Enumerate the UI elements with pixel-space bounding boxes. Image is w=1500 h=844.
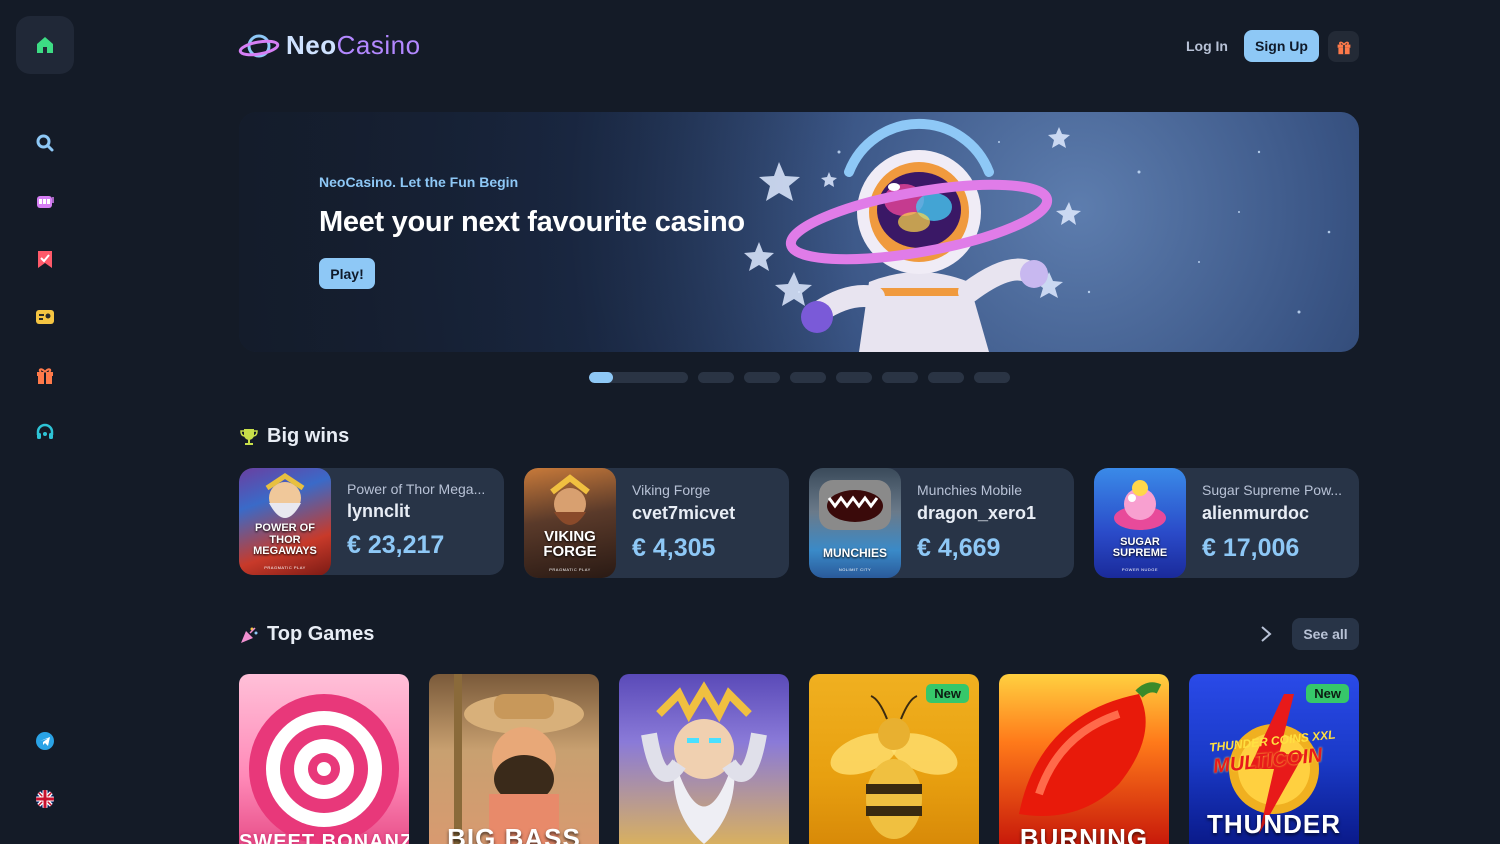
- sidebar: [0, 0, 90, 844]
- logo[interactable]: NeoCasino: [238, 30, 421, 61]
- header-gift-button[interactable]: [1328, 31, 1359, 62]
- carousel-dot-2[interactable]: [698, 372, 734, 383]
- planet-logo-icon: [238, 34, 280, 57]
- big-wins-title: Big wins: [267, 425, 350, 447]
- party-popper-icon: [241, 626, 258, 643]
- win-game-name: Munchies Mobile: [917, 482, 1023, 498]
- win-game-name: Power of Thor Mega...: [347, 481, 486, 497]
- win-amount: € 4,669: [917, 534, 1001, 562]
- big-win-card[interactable]: VIKING FORGE PRAGMATIC PLAY Viking Forge…: [524, 468, 789, 578]
- language-button[interactable]: [33, 787, 57, 811]
- thumbnail-provider: NOLIMIT CITY: [838, 567, 872, 572]
- support-button[interactable]: [33, 421, 57, 445]
- game-thumbnail: POWER OF THOR MEGAWAYS PRAGMATIC PLAY: [239, 468, 331, 575]
- home-icon: [37, 37, 53, 53]
- game-tile[interactable]: [619, 674, 789, 844]
- carousel-dot-7[interactable]: [928, 372, 964, 383]
- login-link[interactable]: Log In: [1186, 38, 1228, 54]
- slots-button[interactable]: [33, 189, 57, 213]
- gift-icon: [37, 368, 53, 384]
- fisherman-art: [454, 674, 584, 844]
- game-title: BIG BASS: [447, 823, 581, 844]
- win-game-name: Sugar Supreme Pow...: [1202, 482, 1343, 498]
- carousel-dot-8[interactable]: [974, 372, 1010, 383]
- logo-neo-text: Neo: [286, 30, 337, 60]
- munchies-art: [819, 480, 891, 530]
- support-icon: [36, 423, 54, 439]
- win-username: cvet7micvet: [632, 503, 736, 523]
- promotions-button[interactable]: [33, 363, 57, 387]
- win-amount: € 17,006: [1202, 534, 1300, 562]
- new-badge: New: [1306, 684, 1349, 703]
- carousel-dot-1[interactable]: [589, 372, 688, 383]
- big-wins-header: Big wins: [239, 425, 349, 448]
- game-tile[interactable]: New: [809, 674, 979, 844]
- telegram-button[interactable]: [33, 729, 57, 753]
- trophy-icon: [240, 428, 258, 445]
- win-username: lynnclit: [347, 501, 411, 521]
- thumbnail-title: VIKING FORGE: [543, 527, 597, 561]
- search-icon: [36, 134, 54, 152]
- search-button[interactable]: [33, 131, 57, 155]
- carousel-dot-5[interactable]: [836, 372, 872, 383]
- new-badge: New: [926, 684, 969, 703]
- signup-button[interactable]: Sign Up: [1244, 30, 1319, 62]
- game-title: BURNING: [1019, 823, 1149, 844]
- big-win-card[interactable]: SUGAR SUPREME POWER NUDGE Sugar Supreme …: [1094, 468, 1359, 578]
- chili-art: [1019, 682, 1162, 816]
- game-tile[interactable]: SWEET BONANZA: [239, 674, 409, 844]
- gift-icon: [1337, 41, 1350, 54]
- big-win-card[interactable]: POWER OF THOR MEGAWAYS PRAGMATIC PLAY Po…: [239, 468, 504, 575]
- carousel-dot-3[interactable]: [744, 372, 780, 383]
- see-all-button[interactable]: See all: [1292, 618, 1359, 650]
- thumbnail-provider: PRAGMATIC PLAY: [549, 567, 591, 572]
- next-arrow-button[interactable]: [1254, 622, 1278, 646]
- top-games-title: Top Games: [267, 623, 375, 645]
- game-thumbnail: VIKING FORGE PRAGMATIC PLAY: [524, 468, 616, 578]
- astronaut-illustration: [744, 118, 1081, 352]
- carousel-dot-6[interactable]: [882, 372, 918, 383]
- home-button[interactable]: [16, 16, 74, 74]
- logo-casino-text: Casino: [336, 30, 421, 60]
- profile-card-icon: [36, 310, 54, 324]
- thumbnail-provider: PRAGMATIC PLAY: [264, 565, 306, 570]
- game-tile[interactable]: BURNING: [999, 674, 1169, 844]
- lollipop-art: [249, 694, 399, 844]
- game-tile[interactable]: BIG BASS: [429, 674, 599, 844]
- hero-play-button[interactable]: Play!: [319, 258, 375, 289]
- game-thumbnail: SUGAR SUPREME POWER NUDGE: [1094, 468, 1186, 578]
- game-title: THUNDER: [1206, 809, 1342, 839]
- slots-icon: [37, 196, 54, 208]
- game-title: SWEET BONANZA: [239, 831, 409, 844]
- thumbnail-title: SUGAR SUPREME: [1112, 535, 1168, 560]
- profile-card-button[interactable]: [33, 305, 57, 329]
- chevron-right-icon: [1261, 626, 1272, 642]
- telegram-icon: [36, 732, 54, 750]
- thumbnail-title: MUNCHIES: [822, 546, 887, 561]
- win-game-name: Viking Forge: [632, 482, 711, 498]
- big-win-card[interactable]: MUNCHIES NOLIMIT CITY Munchies Mobile dr…: [809, 468, 1074, 578]
- win-username: dragon_xero1: [917, 503, 1037, 523]
- bookmark-icon: [38, 251, 52, 268]
- zeus-art: [641, 681, 767, 844]
- thumbnail-provider: POWER NUDGE: [1121, 567, 1159, 572]
- win-amount: € 4,305: [632, 534, 716, 562]
- thumbnail-title: POWER OF THOR MEGAWAYS: [253, 522, 317, 558]
- top-games-header: Top Games: [239, 623, 374, 646]
- carousel-pagination: [589, 372, 1010, 383]
- game-thumbnail: MUNCHIES NOLIMIT CITY: [809, 468, 901, 578]
- sugar-art: [1114, 480, 1166, 530]
- win-username: alienmurdoc: [1202, 503, 1310, 523]
- hero-banner[interactable]: NeoCasino. Let the Fun Begin Meet your n…: [239, 112, 1359, 352]
- hero-subtitle: NeoCasino. Let the Fun Begin: [319, 174, 519, 190]
- game-tile[interactable]: THUNDER COINS XXL MULTICOIN New THUNDER: [1189, 674, 1359, 844]
- bookmark-button[interactable]: [33, 247, 57, 271]
- uk-flag-icon: [36, 790, 54, 808]
- carousel-dot-4[interactable]: [790, 372, 826, 383]
- hero-title: Meet your next favourite casino: [319, 206, 745, 238]
- win-amount: € 23,217: [347, 531, 445, 559]
